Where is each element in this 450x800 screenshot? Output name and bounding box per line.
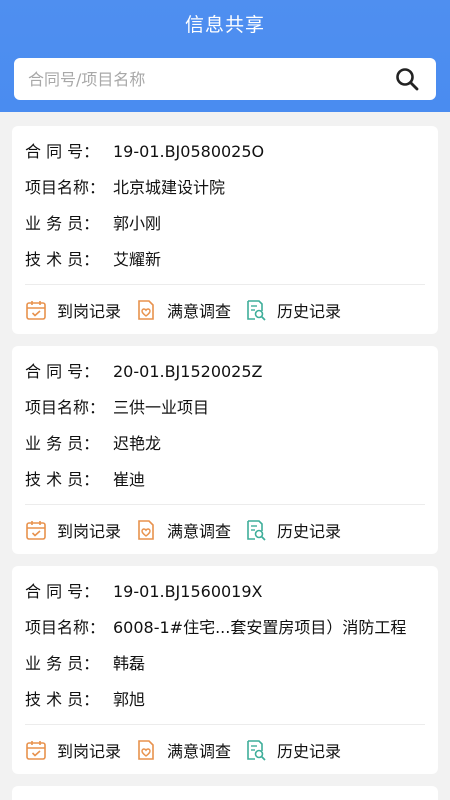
technician-row: 技 术 员： 艾耀新 [25,248,161,272]
card-actions: 到岗记录 满意调查 历史记录 [25,296,355,324]
technician-value: 郭旭 [113,690,146,709]
document-search-icon [247,740,266,761]
salesman-value: 韩磊 [113,654,146,673]
search-box [14,58,436,100]
card-actions: 到岗记录 满意调查 历史记录 [25,736,355,764]
clipboard-heart-icon [138,520,154,540]
history-record-button[interactable]: 历史记录 [245,298,341,322]
header-bar: 信息共享 [0,0,450,112]
document-search-icon [247,300,266,321]
technician-label: 技 术 员： [25,250,100,269]
satisfaction-survey-label: 满意调查 [167,302,232,321]
contract-row: 合 同 号： 19-01.BJ0580025O [25,140,264,164]
project-value: 三供一业项目 [113,398,210,417]
arrival-record-label: 到岗记录 [57,742,122,761]
arrival-record-button[interactable]: 到岗记录 [25,738,121,762]
record-card: 合 同 号： 19-01.BJ1560019X 项目名称： 6008-1#住宅...… [12,566,438,774]
contract-label: 合 同 号： [25,142,100,161]
salesman-label: 业 务 员： [25,654,100,673]
record-card: 合 同 号： 19-01.BJ0580025O 项目名称： 北京城建设计院 业 务 … [12,126,438,334]
project-value: 北京城建设计院 [113,178,226,197]
project-value: 6008-1#住宅...套安置房项目）消防工程 [113,618,407,637]
card-divider [25,504,425,505]
contract-label: 合 同 号： [25,362,100,381]
project-label: 项目名称： [25,618,106,637]
record-card: 合 同 号： 20-01.BJ1520025Z 项目名称： 三供一业项目 业 务 员… [12,346,438,554]
contract-row: 合 同 号： 19-01.BJ1560019X [25,580,263,604]
arrival-record-button[interactable]: 到岗记录 [25,518,121,542]
card-divider [25,284,425,285]
search-icon[interactable] [394,66,420,92]
satisfaction-survey-button[interactable]: 满意调查 [135,518,231,542]
record-list: 合 同 号： 19-01.BJ0580025O 项目名称： 北京城建设计院 业 务 … [12,126,438,800]
satisfaction-survey-label: 满意调查 [167,522,232,541]
history-record-button[interactable]: 历史记录 [245,738,341,762]
contract-label: 合 同 号： [25,582,100,601]
contract-value: 20-01.BJ1520025Z [113,362,263,381]
search-input[interactable] [28,58,378,100]
technician-row: 技 术 员： 郭旭 [25,688,145,712]
salesman-row: 业 务 员： 韩磊 [25,652,145,676]
salesman-label: 业 务 员： [25,214,100,233]
contract-value: 19-01.BJ0580025O [113,142,265,161]
satisfaction-survey-button[interactable]: 满意调查 [135,298,231,322]
project-row: 项目名称： 北京城建设计院 [25,176,225,200]
clipboard-heart-icon [138,740,154,760]
card-divider [25,724,425,725]
salesman-value: 郭小刚 [113,214,162,233]
calendar-check-icon [26,741,46,760]
history-record-label: 历史记录 [277,522,342,541]
arrival-record-label: 到岗记录 [57,302,122,321]
history-record-label: 历史记录 [277,302,342,321]
arrival-record-label: 到岗记录 [57,522,122,541]
technician-row: 技 术 员： 崔迪 [25,468,145,492]
project-row: 项目名称： 6008-1#住宅...套安置房项目）消防工程 [25,616,406,640]
clipboard-heart-icon [138,300,154,320]
page-title: 信息共享 [184,14,265,36]
project-label: 项目名称： [25,178,106,197]
project-label: 项目名称： [25,398,106,417]
satisfaction-survey-button[interactable]: 满意调查 [135,738,231,762]
arrival-record-button[interactable]: 到岗记录 [25,298,121,322]
calendar-check-icon [26,301,46,320]
salesman-row: 业 务 员： 郭小刚 [25,212,161,236]
technician-label: 技 术 员： [25,470,100,489]
contract-row: 合 同 号： 20-01.BJ1520025Z [25,360,263,384]
technician-value: 崔迪 [113,470,146,489]
record-card-partial [12,786,438,800]
contract-value: 19-01.BJ1560019X [113,582,263,601]
history-record-button[interactable]: 历史记录 [245,518,341,542]
satisfaction-survey-label: 满意调查 [167,742,232,761]
salesman-value: 迟艳龙 [113,434,162,453]
calendar-check-icon [26,521,46,540]
technician-label: 技 术 员： [25,690,100,709]
salesman-row: 业 务 员： 迟艳龙 [25,432,161,456]
technician-value: 艾耀新 [113,250,162,269]
salesman-label: 业 务 员： [25,434,100,453]
document-search-icon [247,520,266,541]
history-record-label: 历史记录 [277,742,342,761]
card-actions: 到岗记录 满意调查 历史记录 [25,516,355,544]
project-row: 项目名称： 三供一业项目 [25,396,209,420]
